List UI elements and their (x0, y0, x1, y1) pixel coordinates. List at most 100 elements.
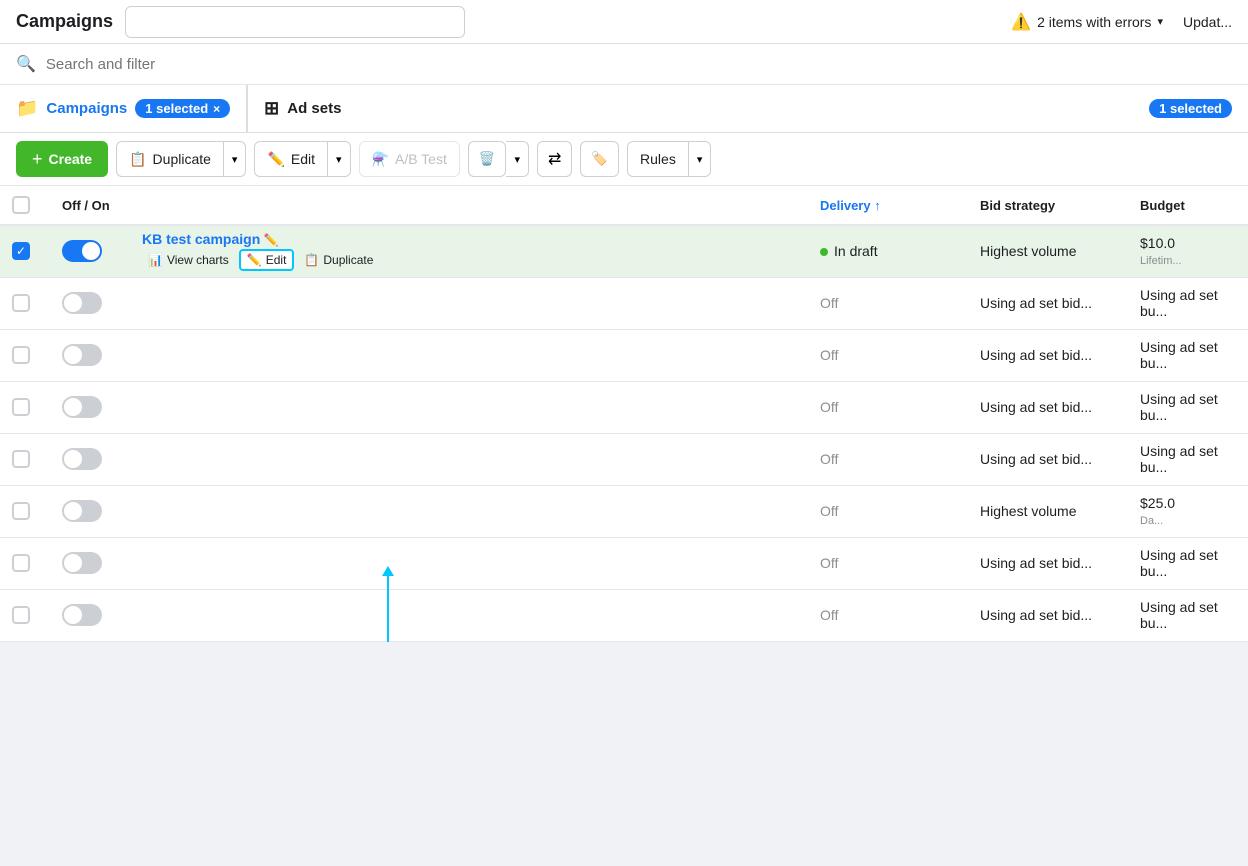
toggle-thumb (64, 450, 82, 468)
edit-label: Edit (291, 151, 315, 167)
edit-dropdown[interactable]: ▾ (328, 141, 351, 177)
delivery-off-text: Off (808, 277, 968, 329)
select-all-checkbox[interactable] (12, 196, 30, 214)
duplicate-dropdown[interactable]: ▾ (224, 141, 247, 177)
row-toggle[interactable] (62, 240, 102, 262)
row-checkbox[interactable] (12, 294, 30, 312)
row-toggle-cell (50, 277, 130, 329)
grid-icon: ⊞ (264, 98, 279, 119)
row-checkbox[interactable]: ✓ (12, 242, 30, 260)
duplicate-icon: 📋 (129, 151, 146, 168)
edit-pencil-icon: ✏️ (267, 151, 284, 168)
adsets-tab[interactable]: ⊞ Ad sets 1 selected (247, 85, 1248, 132)
search-row: 🔍 (0, 44, 1248, 85)
row-toggle-cell (50, 485, 130, 537)
row-toggle-cell (50, 537, 130, 589)
campaigns-tab-label: Campaigns (46, 100, 127, 117)
campaigns-selected-close[interactable]: × (213, 102, 220, 116)
pencil-icon: ✏️ (247, 253, 262, 267)
adsets-tab-label: Ad sets (287, 100, 341, 117)
row-checkbox[interactable] (12, 398, 30, 416)
campaigns-table: Off / On Delivery ↑ Bid strategy Budget … (0, 186, 1248, 642)
column-tabs: 📁 Campaigns 1 selected × ⊞ Ad sets 1 sel… (0, 85, 1248, 133)
row-toggle-cell (50, 381, 130, 433)
edit-button[interactable]: ✏️ Edit (254, 141, 328, 177)
header-checkbox[interactable] (0, 186, 50, 225)
row-budget-cell: Using ad set bu... (1128, 433, 1248, 485)
update-label: Updat... (1183, 14, 1232, 30)
rules-dropdown[interactable]: ▾ (689, 141, 712, 177)
ab-test-button[interactable]: ⚗️ A/B Test (359, 141, 460, 177)
row-budget-cell: $25.0Da... (1128, 485, 1248, 537)
row-budget-cell: Using ad set bu... (1128, 381, 1248, 433)
row-campaign-cell (130, 589, 808, 641)
rules-caret-icon: ▾ (697, 153, 703, 166)
error-badge[interactable]: ⚠️ 2 items with errors ▾ (1011, 12, 1163, 32)
toggle-thumb (64, 346, 82, 364)
delivery-off-text: Off (808, 589, 968, 641)
row-checkbox-cell (0, 277, 50, 329)
toggle-thumb (64, 554, 82, 572)
campaigns-tab[interactable]: 📁 Campaigns 1 selected × (0, 85, 247, 132)
row-bid-strategy-cell: Highest volume (968, 225, 1128, 277)
trash-button[interactable]: 🗑️ (468, 141, 507, 177)
duplicate-group: 📋 Duplicate ▾ (116, 141, 246, 177)
row-budget-cell: Using ad set bu... (1128, 329, 1248, 381)
row-checkbox[interactable] (12, 450, 30, 468)
adsets-selected-badge: 1 selected (1149, 99, 1232, 118)
row-toggle[interactable] (62, 344, 102, 366)
error-caret: ▾ (1157, 15, 1163, 28)
row-bid-strategy-cell: Using ad set bid... (968, 277, 1128, 329)
row-checkbox-cell (0, 329, 50, 381)
row-bid-strategy-cell: Using ad set bid... (968, 589, 1128, 641)
row-duplicate-button[interactable]: 📋Duplicate (298, 251, 379, 269)
view-charts-button[interactable]: 📊 View charts (142, 251, 235, 269)
row-toggle[interactable] (62, 448, 102, 470)
row-inline-actions: 📊 View charts✏️ Edit📋Duplicate (142, 249, 796, 271)
row-campaign-cell (130, 537, 808, 589)
row-edit-button[interactable]: ✏️ Edit (239, 249, 295, 271)
delivery-off-text: Off (808, 485, 968, 537)
adsets-selected-count: 1 selected (1159, 101, 1222, 116)
flask-icon: ⚗️ (372, 151, 389, 168)
duplicate-caret-icon: ▾ (232, 153, 238, 166)
search-input[interactable] (46, 56, 1232, 73)
row-toggle[interactable] (62, 292, 102, 314)
header-budget: Budget (1128, 186, 1248, 225)
table-row: OffUsing ad set bid...Using ad set bu... (0, 589, 1248, 641)
row-toggle[interactable] (62, 604, 102, 626)
row-budget-cell: $10.0Lifetim... (1128, 225, 1248, 277)
table-row: OffUsing ad set bid...Using ad set bu... (0, 537, 1248, 589)
create-button[interactable]: + Create (16, 141, 108, 177)
transfer-icon: ⇄ (548, 149, 561, 169)
row-checkbox[interactable] (12, 502, 30, 520)
plus-icon: + (32, 149, 43, 170)
transfer-button[interactable]: ⇄ (537, 141, 572, 177)
duplicate-button[interactable]: 📋 Duplicate (116, 141, 224, 177)
toggle-thumb (82, 242, 100, 260)
toggle-thumb (64, 606, 82, 624)
row-bid-strategy-cell: Highest volume (968, 485, 1128, 537)
tag-icon: 🏷️ (591, 151, 608, 167)
app-title: Campaigns (16, 11, 113, 32)
header-bid-strategy: Bid strategy (968, 186, 1128, 225)
table-row: ✓KB test campaign ✏️📊 View charts✏️ Edit… (0, 225, 1248, 277)
tag-button[interactable]: 🏷️ (580, 141, 619, 177)
row-checkbox[interactable] (12, 554, 30, 572)
row-delivery-cell: In draft (808, 225, 968, 277)
row-checkbox[interactable] (12, 606, 30, 624)
search-icon: 🔍 (16, 54, 36, 74)
row-toggle[interactable] (62, 396, 102, 418)
row-checkbox[interactable] (12, 346, 30, 364)
row-toggle[interactable] (62, 500, 102, 522)
delivery-off-text: Off (808, 381, 968, 433)
row-toggle[interactable] (62, 552, 102, 574)
header-delivery[interactable]: Delivery ↑ (808, 186, 968, 225)
table-row: OffUsing ad set bid...Using ad set bu... (0, 329, 1248, 381)
row-campaign-cell (130, 277, 808, 329)
campaign-name-link[interactable]: KB test campaign (142, 231, 260, 247)
trash-dropdown[interactable]: ▾ (506, 141, 529, 177)
header-campaign[interactable] (130, 186, 808, 225)
rules-button[interactable]: Rules (627, 141, 689, 177)
row-toggle-cell (50, 433, 130, 485)
